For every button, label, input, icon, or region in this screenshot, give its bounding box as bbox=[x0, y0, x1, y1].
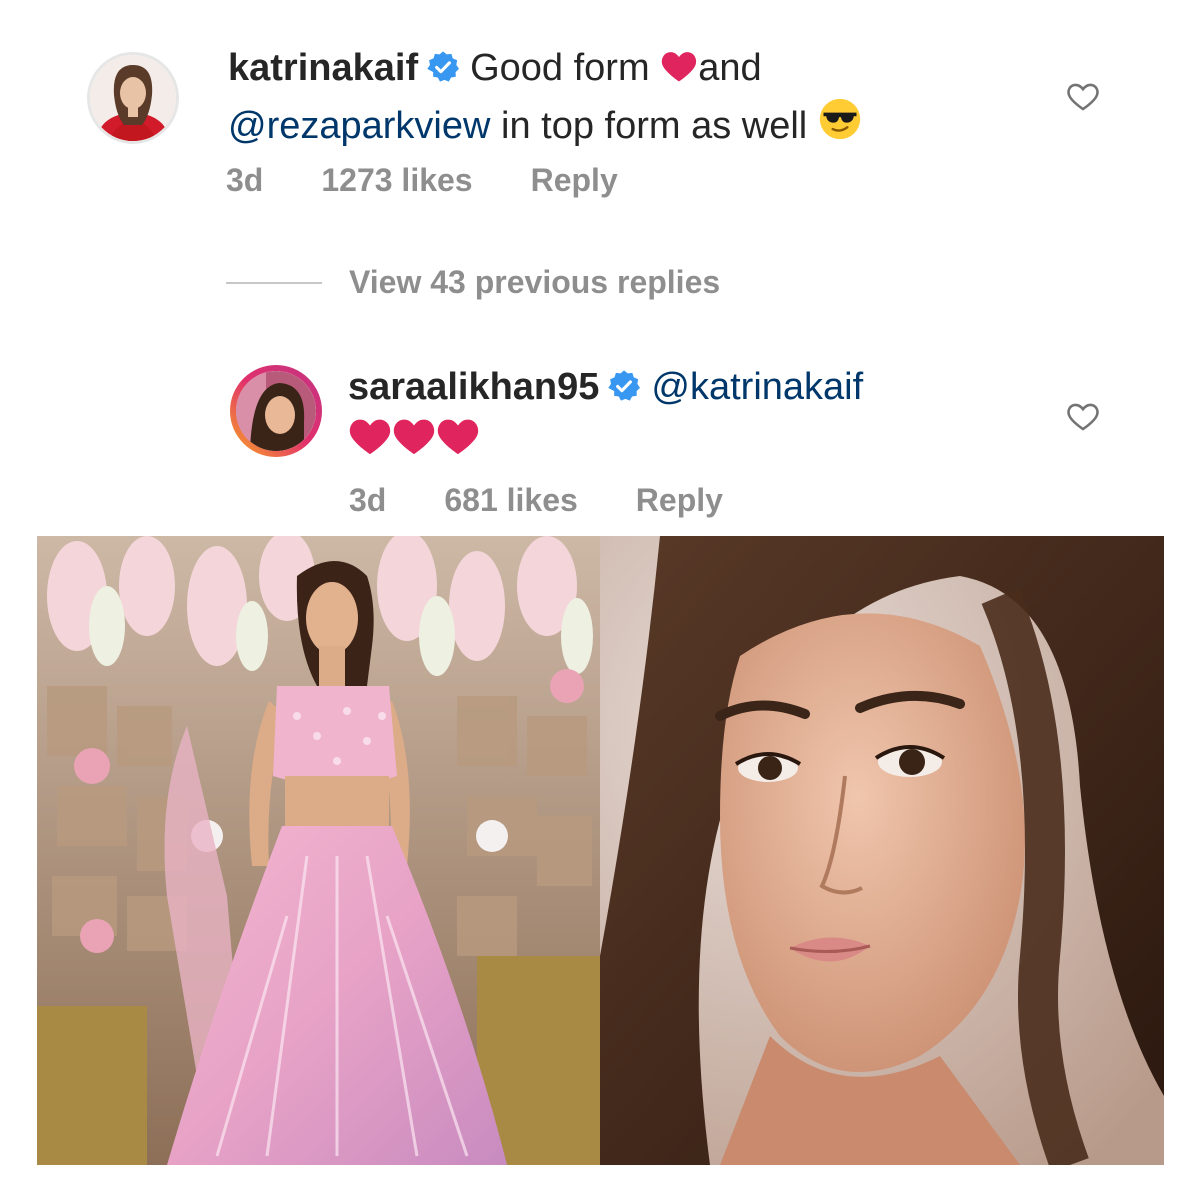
comment-username[interactable]: katrinakaif bbox=[228, 47, 418, 89]
reply-button[interactable]: Reply bbox=[531, 162, 618, 198]
comment-meta: 3d 681 likes Reply bbox=[349, 482, 781, 519]
sunglasses-emoji-icon bbox=[818, 97, 862, 154]
photo-portrait-closeup bbox=[600, 536, 1164, 1165]
comment-likes[interactable]: 681 likes bbox=[444, 482, 577, 518]
reply-button[interactable]: Reply bbox=[636, 482, 723, 518]
mention-link[interactable]: @katrinakaif bbox=[651, 366, 863, 408]
comment-text-part2: and bbox=[698, 47, 762, 89]
avatar-katrinakaif[interactable] bbox=[87, 52, 179, 144]
avatar-image bbox=[236, 371, 316, 451]
comment-time: 3d bbox=[226, 162, 264, 198]
heart-emoji-icon bbox=[348, 416, 392, 469]
heart-emoji-icon bbox=[660, 46, 698, 96]
heart-outline-icon[interactable] bbox=[1066, 400, 1100, 434]
photo-pink-lehenga bbox=[37, 536, 600, 1165]
comment-text-part3: in top form as well bbox=[501, 105, 808, 147]
mention-link[interactable]: @rezaparkview bbox=[228, 105, 490, 147]
view-previous-replies-link[interactable]: View 43 previous replies bbox=[349, 264, 720, 301]
comment-time: 3d bbox=[349, 482, 387, 518]
verified-badge-icon bbox=[607, 366, 641, 416]
heart-emoji-icon bbox=[436, 416, 480, 469]
comment-text-part1: Good form bbox=[470, 47, 650, 89]
verified-badge-icon bbox=[426, 47, 460, 97]
comment-text: saraalikhan95 @katrinakaif bbox=[348, 362, 1048, 469]
heart-outline-icon[interactable] bbox=[1066, 80, 1100, 114]
comment-text: katrinakaif Good form and @rezaparkview i… bbox=[228, 43, 1048, 154]
replies-divider bbox=[226, 282, 322, 284]
comment-meta: 3d 1273 likes Reply bbox=[226, 162, 676, 199]
comment-username[interactable]: saraalikhan95 bbox=[348, 366, 599, 408]
avatar-saraalikhan95[interactable] bbox=[230, 365, 322, 457]
comment-likes[interactable]: 1273 likes bbox=[321, 162, 472, 198]
heart-emoji-icon bbox=[392, 416, 436, 469]
